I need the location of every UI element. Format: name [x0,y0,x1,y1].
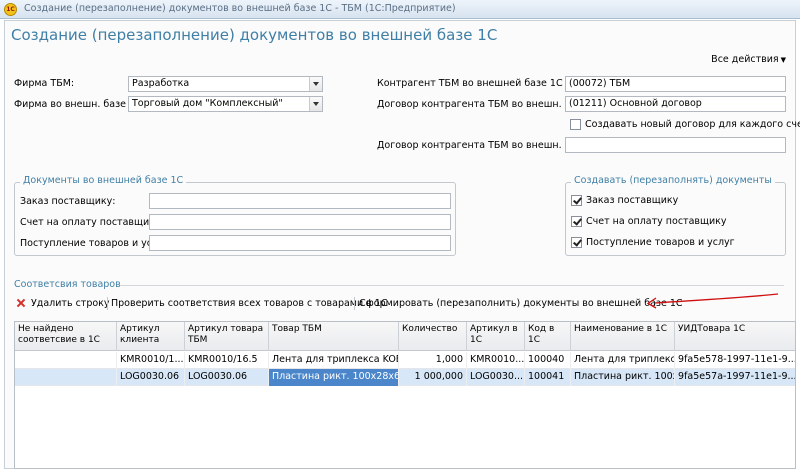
table-cell[interactable]: LOG0030.06 [185,369,269,386]
table-cell[interactable]: LOG0030.06 [117,369,185,386]
column-header[interactable]: Артикул клиента [117,322,185,351]
table-cell[interactable]: KMR0010/16.5 [185,352,269,369]
chevron-down-icon: ▼ [780,56,786,64]
firm-value: Разработка [132,78,190,89]
delete-icon[interactable] [16,298,26,308]
create-receipt-label: Поступление товаров и услуг [586,237,735,248]
table-cell[interactable]: KMR0010... [467,352,525,369]
column-header[interactable]: Товар ТБМ [269,322,399,351]
firm-label: Фирма ТБМ: [14,78,75,89]
documents-group-title: Документы во внешней базе 1С [20,175,187,186]
table-cell[interactable] [15,369,117,386]
contractor-label: Контрагент ТБМ во внешней базе 1С [377,78,563,89]
contract2-label: Договор контрагента ТБМ во внешн. базе: [377,140,591,151]
ext-firm-value: Торговый дом "Комплексный" [132,98,283,109]
ext-firm-select[interactable]: Торговый дом "Комплексный" [128,96,323,112]
form-documents-button[interactable]: Сформировать (перезаполнить) документы в… [359,298,683,309]
doc-invoice-field[interactable] [149,214,451,230]
firm-select[interactable]: Разработка [128,76,323,92]
column-header[interactable]: Артикул товара ТБМ [185,322,269,351]
toolbar-separator [354,297,355,310]
create-receipt-checkbox[interactable] [571,237,582,248]
column-header[interactable]: УИДТовара 1С [675,322,795,351]
table-cell[interactable]: 1 000,000 [399,369,467,386]
doc-order-label: Заказ поставщику: [20,196,116,207]
new-contract-checkbox[interactable] [570,119,581,130]
goods-matching-title: Соответсвия товаров [14,279,121,290]
section-divider [120,285,784,286]
create-order-checkbox[interactable] [571,195,582,206]
table-cell[interactable]: Лента для триплекс... [571,352,675,369]
page-title: Создание (перезаполнение) документов во … [11,26,498,44]
table-row[interactable]: KMR0010/1... KMR0010/16.5 Лента для трип… [15,352,795,369]
doc-order-field[interactable] [149,193,451,209]
table-header: Не найдено соответсвие в 1С Артикул клие… [15,322,795,351]
window-title: Создание (перезаполнение) документов во … [24,3,456,14]
table-cell[interactable]: Пластина рикт. 100х... [571,369,675,386]
create-invoice-checkbox[interactable] [571,216,582,227]
contract-field[interactable]: (01211) Основной договор [565,96,786,112]
table-cell[interactable]: Лента для триплекса KOE-... [269,352,399,369]
all-actions-menu[interactable]: Все действия ▼ [711,54,786,65]
ext-firm-dropdown-icon[interactable] [309,97,322,111]
all-actions-label: Все действия [711,54,779,65]
table-row-selected[interactable]: LOG0030.06 LOG0030.06 Пластина рикт. 100… [15,369,795,386]
app-logo-icon: 1С [4,3,17,16]
create-order-label: Заказ поставщику [586,195,679,206]
contractor-field[interactable]: (00072) ТБМ [565,76,786,92]
doc-invoice-label: Счет на оплату поставщику : [20,217,167,228]
table-cell[interactable]: 100040 [525,352,571,369]
table-cell[interactable]: 1,000 [399,352,467,369]
ext-firm-label: Фирма во внешн. базе 1С: [14,99,145,110]
window-titlebar: 1С Создание (перезаполнение) документов … [0,0,800,19]
contract-label: Договор контрагента ТБМ во внешн. базе: [377,99,591,110]
contract2-field[interactable] [565,137,786,153]
column-header[interactable]: Не найдено соответсвие в 1С [15,322,117,351]
create-invoice-label: Счет на оплату поставщику [586,216,727,227]
table-cell[interactable] [15,352,117,369]
toolbar-separator [107,297,108,310]
table-cell[interactable]: 9fa5e578-1997-11e1-9... [675,352,795,369]
column-header[interactable]: Наименование в 1С [571,322,675,351]
column-header[interactable]: Количество [399,322,467,351]
goods-table[interactable]: Не найдено соответсвие в 1С Артикул клие… [14,321,796,469]
new-contract-label: Создавать новый договор для каждого счет… [585,119,800,130]
column-header[interactable]: Код в 1С [525,322,571,351]
table-cell[interactable]: 9fa5e57a-1997-11e1-9... [675,369,795,386]
firm-dropdown-icon[interactable] [309,77,322,91]
doc-receipt-field[interactable] [149,235,451,251]
table-cell-focused[interactable]: Пластина рикт. 100х28х6 ч... [269,369,399,386]
check-matches-button[interactable]: Проверить соответствия всех товаров с то… [111,298,387,309]
delete-row-button[interactable]: Удалить строку [31,298,110,309]
column-header[interactable]: Артикул в 1С [467,322,525,351]
table-cell[interactable]: LOG0030... [467,369,525,386]
table-cell[interactable]: KMR0010/1... [117,352,185,369]
create-docs-group-title: Создавать (перезаполнять) документы [571,175,775,186]
table-cell[interactable]: 100041 [525,369,571,386]
